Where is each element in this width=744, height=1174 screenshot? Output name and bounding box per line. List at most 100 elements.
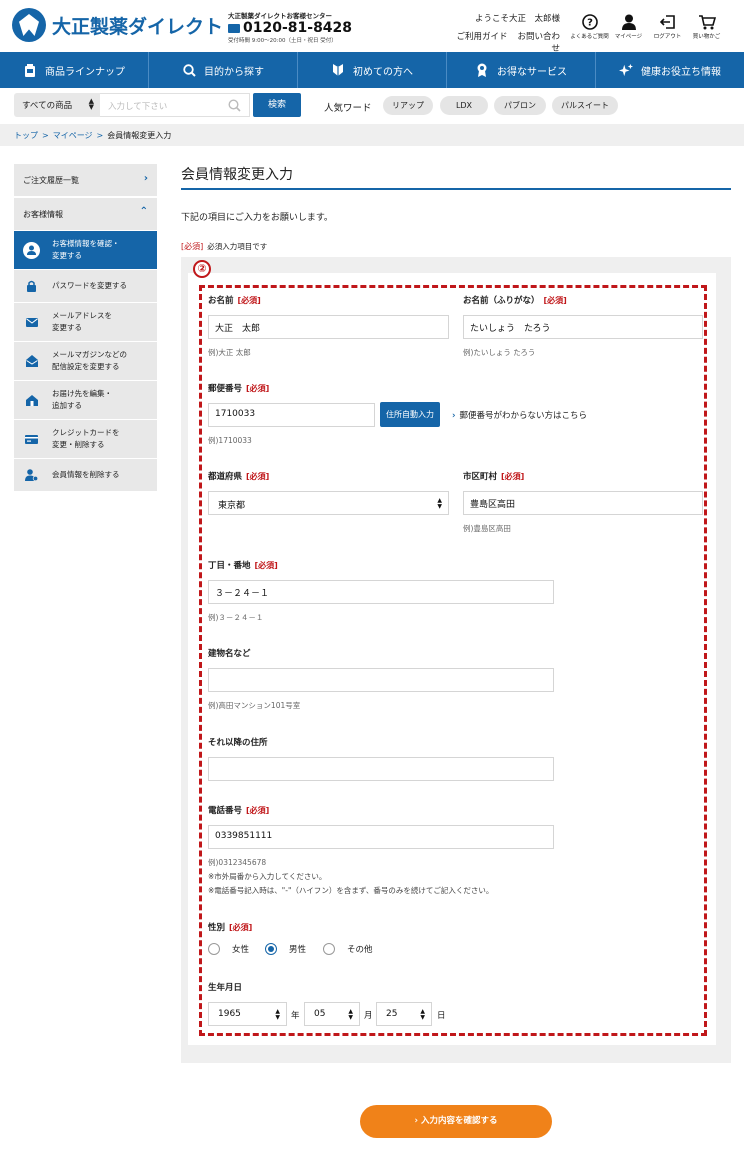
zip-label-text: 郵便番号 <box>208 384 243 394</box>
pref-label: 都道府県 [必須] <box>208 470 269 482</box>
kana-label-text: お名前（ふりがな） <box>463 296 540 306</box>
building-input[interactable] <box>208 668 554 692</box>
radio-circle <box>208 943 220 955</box>
eagle-logo-icon <box>12 8 46 42</box>
birth-year-select[interactable]: 1965 ▲ ▼ <box>208 1002 287 1026</box>
city-label-text: 市区町村 <box>463 472 498 482</box>
header-links: ようこそ大正 太郎様 ご利用ガイド お問い合わせ <box>438 12 560 54</box>
category-select[interactable]: すべての商品 ▲ ▼ <box>14 93 100 117</box>
chevron-right-icon: › <box>452 411 456 421</box>
search-button[interactable]: 検索 <box>253 93 301 117</box>
contact-link[interactable]: お問い合わせ <box>517 32 560 54</box>
required-legend-text: 必須入力項目です <box>207 242 268 251</box>
street-input[interactable]: ３－２４－１ <box>208 580 554 604</box>
nav-health-info[interactable]: 健康お役立ち情報 <box>596 52 744 88</box>
sidebar-customer-info[interactable]: お客様情報 ⌃ <box>14 198 157 230</box>
gender-radio-male[interactable]: 男性 <box>265 943 306 955</box>
gender-radio-other[interactable]: その他 <box>323 943 373 955</box>
nav-products[interactable]: 商品ラインナップ <box>0 52 149 88</box>
gender-label: 性別 [必須] <box>208 921 252 933</box>
logout-button[interactable]: ログアウト <box>648 12 687 40</box>
call-hours: 受付時間 9:00〜20:00（土日・祝日 受付） <box>228 38 337 44</box>
zip-lookup-link[interactable]: › 郵便番号がわからない方はこちら <box>452 409 587 421</box>
sidebar-order-history[interactable]: ご注文履歴一覧 › <box>14 164 157 196</box>
birth-year-value: 1965 <box>218 1009 241 1019</box>
cart-button[interactable]: 買い物かご <box>687 12 726 40</box>
birth-day-select[interactable]: 25 ▲ ▼ <box>376 1002 432 1026</box>
birth-month-select[interactable]: 05 ▲ ▼ <box>304 1002 360 1026</box>
welcome-text: ようこそ大正 太郎様 <box>474 14 560 24</box>
sidebar-item-profile[interactable]: お客様情報を確認・ 変更する <box>14 230 157 269</box>
tel-input[interactable]: 0339851111 <box>208 825 554 849</box>
guide-link[interactable]: ご利用ガイド <box>456 32 507 42</box>
question-icon: ? <box>570 12 609 32</box>
search-input[interactable]: 入力して下さい <box>100 93 250 117</box>
kana-input[interactable]: たいしょう たろう <box>463 315 703 339</box>
breadcrumb-top[interactable]: トップ <box>14 131 38 140</box>
unit-year: 年 <box>291 1011 300 1021</box>
mail-icon <box>23 314 40 331</box>
name-example: 例)大正 太郎 <box>208 348 251 357</box>
confirm-button-label: 入力内容を確認する <box>420 1116 498 1126</box>
zip-label: 郵便番号 [必須] <box>208 382 269 394</box>
chip-pabron[interactable]: パブロン <box>494 96 546 115</box>
building-label: 建物名など <box>208 649 251 659</box>
category-value: すべての商品 <box>22 101 73 111</box>
sidebar-item-email[interactable]: メールアドレスを 変更する <box>14 302 157 341</box>
chip-palsweet[interactable]: パルスイート <box>552 96 618 115</box>
breadcrumb-mypage[interactable]: マイページ <box>53 131 93 140</box>
sidebar-item-password[interactable]: パスワードを変更する <box>14 269 157 302</box>
search-icon <box>182 63 196 77</box>
logout-icon <box>648 12 687 32</box>
tel-label-text: 電話番号 <box>208 806 243 816</box>
logout-label: ログアウト <box>653 34 682 40</box>
other-address-input[interactable] <box>208 757 554 781</box>
gender-radio-female[interactable]: 女性 <box>208 943 249 955</box>
customer-info-label: お客様情報 <box>23 210 63 219</box>
open-mail-icon <box>23 353 40 370</box>
chip-riup[interactable]: リアップ <box>383 96 433 115</box>
sparkle-icon <box>619 63 633 77</box>
sidebar-item-delivery[interactable]: お届け先を編集・ 追加する <box>14 380 157 419</box>
gender-male-label: 男性 <box>289 945 307 955</box>
zip-autofill-button[interactable]: 住所自動入力 <box>380 402 440 427</box>
gender-other-label: その他 <box>347 945 373 955</box>
tel-example: 例)0312345678 <box>208 858 267 867</box>
user-circle-icon <box>23 241 40 259</box>
mypage-label: マイページ <box>614 34 643 40</box>
faq-button[interactable]: ? よくあるご質問 <box>570 12 609 40</box>
breadcrumb-separator: > <box>42 131 49 140</box>
house-icon <box>23 392 40 409</box>
city-input[interactable]: 豊島区高田 <box>463 491 703 515</box>
header-icons: ? よくあるご質問 マイページ ログアウト 買い物かご <box>570 12 726 40</box>
required-legend-badge: [必須] <box>181 242 204 251</box>
street-label-text: 丁目・番地 <box>208 561 251 571</box>
cart-icon <box>687 12 726 32</box>
name-input[interactable]: 大正 太郎 <box>208 315 449 339</box>
nav-purpose-label: 目的から探す <box>204 66 264 78</box>
sidebar-item-delete-account-label: 会員情報を削除する <box>52 470 120 479</box>
main-content: 会員情報変更入力 下記の項目にご入力をお願いします。 [必須] 必須入力項目です <box>181 164 731 252</box>
nav-first-time[interactable]: 初めての方へ <box>298 52 447 88</box>
chip-ldx[interactable]: LDX <box>440 96 488 115</box>
phone-number: 0120-81-8428 <box>243 20 353 36</box>
pref-select[interactable]: 東京都 ▲ ▼ <box>208 491 449 515</box>
popular-words-label: 人気ワード <box>324 103 372 114</box>
nav-purpose[interactable]: 目的から探す <box>149 52 298 88</box>
sidebar-item-newsletter[interactable]: メールマガジンなどの 配信設定を変更する <box>14 341 157 380</box>
search-placeholder: 入力して下さい <box>108 102 168 112</box>
street-example: 例)３－２４－１ <box>208 613 264 622</box>
nav-services[interactable]: お得なサービス <box>447 52 596 88</box>
nav-services-label: お得なサービス <box>497 66 567 78</box>
sidebar-item-credit-card[interactable]: クレジットカードを 変更・削除する <box>14 419 157 458</box>
sidebar-item-delete-account[interactable]: 会員情報を削除する <box>14 458 157 491</box>
zip-input[interactable]: 1710033 <box>208 403 375 427</box>
breadcrumb-separator: > <box>96 131 104 140</box>
confirm-button[interactable]: › 入力内容を確認する <box>360 1105 552 1138</box>
unit-day: 日 <box>437 1011 446 1021</box>
site-logo[interactable]: 大正製薬ダイレクト <box>12 8 223 42</box>
sidebar-item-profile-label: お客様情報を確認・ 変更する <box>52 239 120 260</box>
nav-products-label: 商品ラインナップ <box>45 66 125 78</box>
mypage-button[interactable]: マイページ <box>609 12 648 40</box>
chevron-right-icon: › <box>143 173 148 184</box>
